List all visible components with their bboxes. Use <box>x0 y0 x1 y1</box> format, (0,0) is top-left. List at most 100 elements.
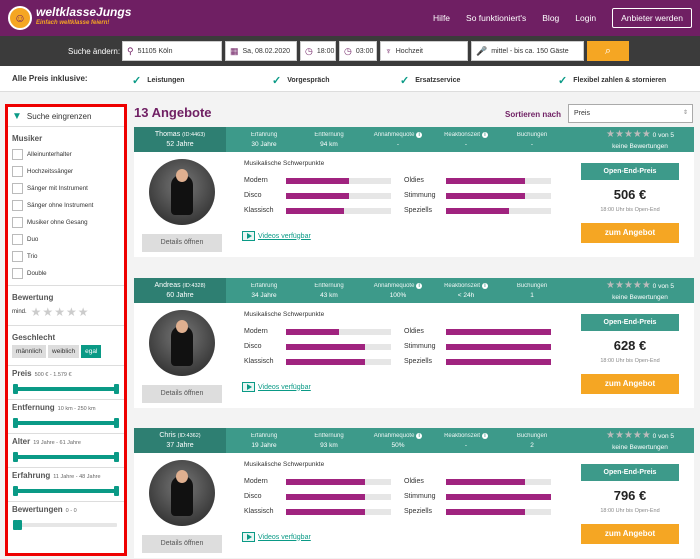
slider-handle-max[interactable] <box>114 452 119 462</box>
offer-card: Andreas (ID:4328) 60 Jahre Erfahrung 34 Ja… <box>134 278 694 408</box>
reviews-text: keine Bewertungen <box>612 294 668 301</box>
gender-male-button[interactable]: männlich <box>12 345 47 358</box>
schwerpunkte-title: Musikalische Schwerpunkte <box>244 160 325 167</box>
date-field[interactable]: ▦ Sa, 08.02.2020 <box>225 41 297 61</box>
inclusive-item: ✓ Leistungen <box>132 74 185 87</box>
gender-any-button[interactable]: egal <box>81 345 102 358</box>
erfahrung-slider[interactable] <box>13 486 119 496</box>
musician-photo[interactable] <box>149 310 215 376</box>
nav-blog[interactable]: Blog <box>542 13 559 23</box>
stat-reaktionszeit: Reaktionszeit i < 24h <box>434 281 498 300</box>
guests-field[interactable]: 🎤 mittel - bis ca. 150 Gäste <box>471 41 584 61</box>
musiker-option-label: Alleinunterhalter <box>27 151 72 158</box>
search-button[interactable]: ⌕ <box>587 41 629 61</box>
nav-so-funktionierts[interactable]: So funktioniert's <box>466 13 526 23</box>
musician-photo[interactable] <box>149 460 215 526</box>
details-button[interactable]: Details öffnen <box>142 535 222 553</box>
slider-handle-min[interactable] <box>13 486 18 496</box>
slider-handle-min[interactable] <box>13 384 18 394</box>
skill-bar-fill <box>446 192 525 199</box>
bewertungen-slider[interactable] <box>13 520 117 530</box>
time-from-field[interactable]: ◷ 18:00 <box>300 41 336 61</box>
musiker-option[interactable]: Hochzeitssänger <box>12 163 120 180</box>
skill-bar-fill <box>286 493 365 500</box>
sort-label: Sortieren nach <box>505 110 562 119</box>
checkbox[interactable] <box>12 183 23 194</box>
skill-bar <box>286 177 391 184</box>
preis-slider[interactable] <box>13 384 119 394</box>
rating-block: ★★★★★ 0 von 5 keine Bewertungen <box>590 430 690 453</box>
bewertungen-range-value: 0 - 0 <box>65 508 77 514</box>
musiker-option[interactable]: Sänger ohne Instrument <box>12 197 120 214</box>
nav-hilfe[interactable]: Hilfe <box>433 13 450 23</box>
card-header: Andreas (ID:4328) 60 Jahre Erfahrung 34 Ja… <box>134 278 694 303</box>
checkbox[interactable] <box>12 251 23 262</box>
checkbox[interactable] <box>12 268 23 279</box>
zum-angebot-button[interactable]: zum Angebot <box>581 223 679 243</box>
musiker-option[interactable]: Duo <box>12 231 120 248</box>
musician-id: (ID:4463) <box>182 132 206 138</box>
musician-photo[interactable] <box>149 159 215 225</box>
videos-link[interactable]: Videos verfügbar <box>242 231 311 241</box>
top-navbar: ☺ weltklasseJungs Einfach weltklasse feie… <box>0 0 700 36</box>
price-note: 18:00 Uhr bis Open-End <box>600 358 660 364</box>
logo[interactable]: ☺ weltklasseJungs Einfach weltklasse feie… <box>8 6 131 30</box>
skill-bar-fill <box>286 192 349 199</box>
info-icon[interactable]: i <box>416 433 423 439</box>
musiker-option[interactable]: Double <box>12 265 120 282</box>
zum-angebot-button[interactable]: zum Angebot <box>581 524 679 544</box>
filter-header[interactable]: ▼ Suche eingrenzen <box>8 107 124 127</box>
musiker-option[interactable]: Musiker ohne Gesang <box>12 214 120 231</box>
gender-female-button[interactable]: weiblich <box>48 345 80 358</box>
inclusive-item-label: Leistungen <box>147 77 185 84</box>
details-button[interactable]: Details öffnen <box>142 234 222 252</box>
sort-select[interactable]: Preis ⇕ <box>568 104 693 123</box>
skill-row: Oldies <box>404 328 551 335</box>
filter-header-label: Suche eingrenzen <box>26 112 92 121</box>
calendar-icon: ▦ <box>230 45 239 56</box>
info-icon[interactable]: i <box>481 132 488 138</box>
anbieter-werden-button[interactable]: Anbieter werden <box>612 8 692 28</box>
checkbox[interactable] <box>12 149 23 160</box>
clock-icon: ◷ <box>344 45 352 56</box>
zum-angebot-button[interactable]: zum Angebot <box>581 374 679 394</box>
card-header: Chris (ID:4362) 37 Jahre Erfahrung 19 Jahr… <box>134 428 694 453</box>
skill-bar-fill <box>286 358 365 365</box>
skill-bar-fill <box>446 508 525 515</box>
info-icon[interactable]: i <box>481 433 488 439</box>
musiker-option[interactable]: Trio <box>12 248 120 265</box>
slider-handle-max[interactable] <box>114 486 119 496</box>
alter-slider[interactable] <box>13 452 119 462</box>
location-field[interactable]: ⚲ 51105 Köln <box>122 41 222 61</box>
slider-handle-max[interactable] <box>17 520 22 530</box>
event-field[interactable]: ♆ Hochzeit <box>380 41 468 61</box>
checkbox[interactable] <box>12 200 23 211</box>
rating-stars-input[interactable]: ★★★★★ <box>31 305 90 319</box>
nav-login[interactable]: Login <box>575 13 596 23</box>
slider-handle-min[interactable] <box>13 418 18 428</box>
checkbox[interactable] <box>12 234 23 245</box>
inclusive-item: ✓ Vorgespräch <box>272 74 330 87</box>
slider-handle-max[interactable] <box>114 384 119 394</box>
info-icon[interactable]: i <box>481 283 488 289</box>
musiker-option[interactable]: Sänger mit Instrument <box>12 180 120 197</box>
time-to-field[interactable]: ◷ 03:00 <box>339 41 377 61</box>
slider-handle-max[interactable] <box>114 418 119 428</box>
slider-handle-min[interactable] <box>13 452 18 462</box>
videos-link[interactable]: Videos verfügbar <box>242 382 311 392</box>
sort-value: Preis <box>574 110 590 117</box>
checkmark-icon: ✓ <box>272 75 282 87</box>
entfernung-slider[interactable] <box>13 418 119 428</box>
musician-id: (ID:4328) <box>182 283 206 289</box>
details-button[interactable]: Details öffnen <box>142 385 222 403</box>
videos-link-label: Videos verfügbar <box>258 533 311 541</box>
videos-link[interactable]: Videos verfügbar <box>242 532 311 542</box>
skill-label: Speziells <box>404 207 433 214</box>
checkbox[interactable] <box>12 217 23 228</box>
musiker-option[interactable]: Alleinunterhalter <box>12 146 120 163</box>
checkbox[interactable] <box>12 166 23 177</box>
info-icon[interactable]: i <box>416 283 423 289</box>
skill-label: Disco <box>244 493 262 500</box>
info-icon[interactable]: i <box>416 132 423 138</box>
stat-value: 1 <box>530 292 534 299</box>
